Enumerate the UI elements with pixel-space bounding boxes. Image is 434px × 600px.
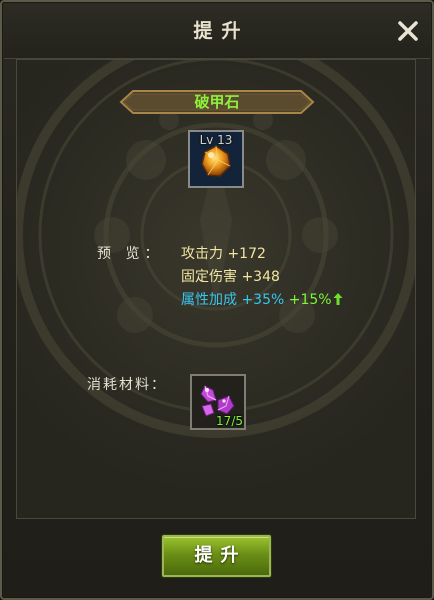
- upgrade-button[interactable]: 提升: [162, 535, 271, 577]
- stat-attack: 攻击力 +172: [181, 246, 266, 262]
- preview-label: 预 览：: [97, 246, 164, 262]
- attribute-bonus-extra: +15%: [288, 292, 332, 308]
- content-panel: 破甲石 Lv 13 预 览： 攻击力 +172 固定伤害 +348 属性加成 +…: [16, 59, 416, 519]
- close-icon: [397, 20, 419, 42]
- upgrade-button-label: 提升: [194, 545, 247, 566]
- item-slot[interactable]: Lv 13: [188, 130, 244, 188]
- item-name: 破甲石: [194, 93, 240, 111]
- attribute-bonus-text: 属性加成 +35%: [181, 292, 285, 308]
- title-bar: 提升: [4, 4, 430, 59]
- window-title: 提升: [193, 20, 250, 42]
- stat-attribute-bonus: 属性加成 +35% +15%: [181, 289, 343, 309]
- upgrade-window: 提升 破甲石 Lv 13 预 览： 攻击力 +172 固定伤害 +348 属性加…: [0, 0, 434, 600]
- close-button[interactable]: [394, 17, 422, 45]
- item-level: Lv 13: [199, 133, 233, 147]
- up-arrow-icon: [333, 293, 343, 305]
- stat-fixed-damage: 固定伤害 +348: [181, 269, 280, 285]
- item-name-banner: 破甲石: [119, 88, 315, 116]
- material-count: 17/5: [216, 414, 243, 428]
- material-label: 消耗材料：: [87, 377, 167, 393]
- material-slot[interactable]: 17/5: [190, 374, 246, 430]
